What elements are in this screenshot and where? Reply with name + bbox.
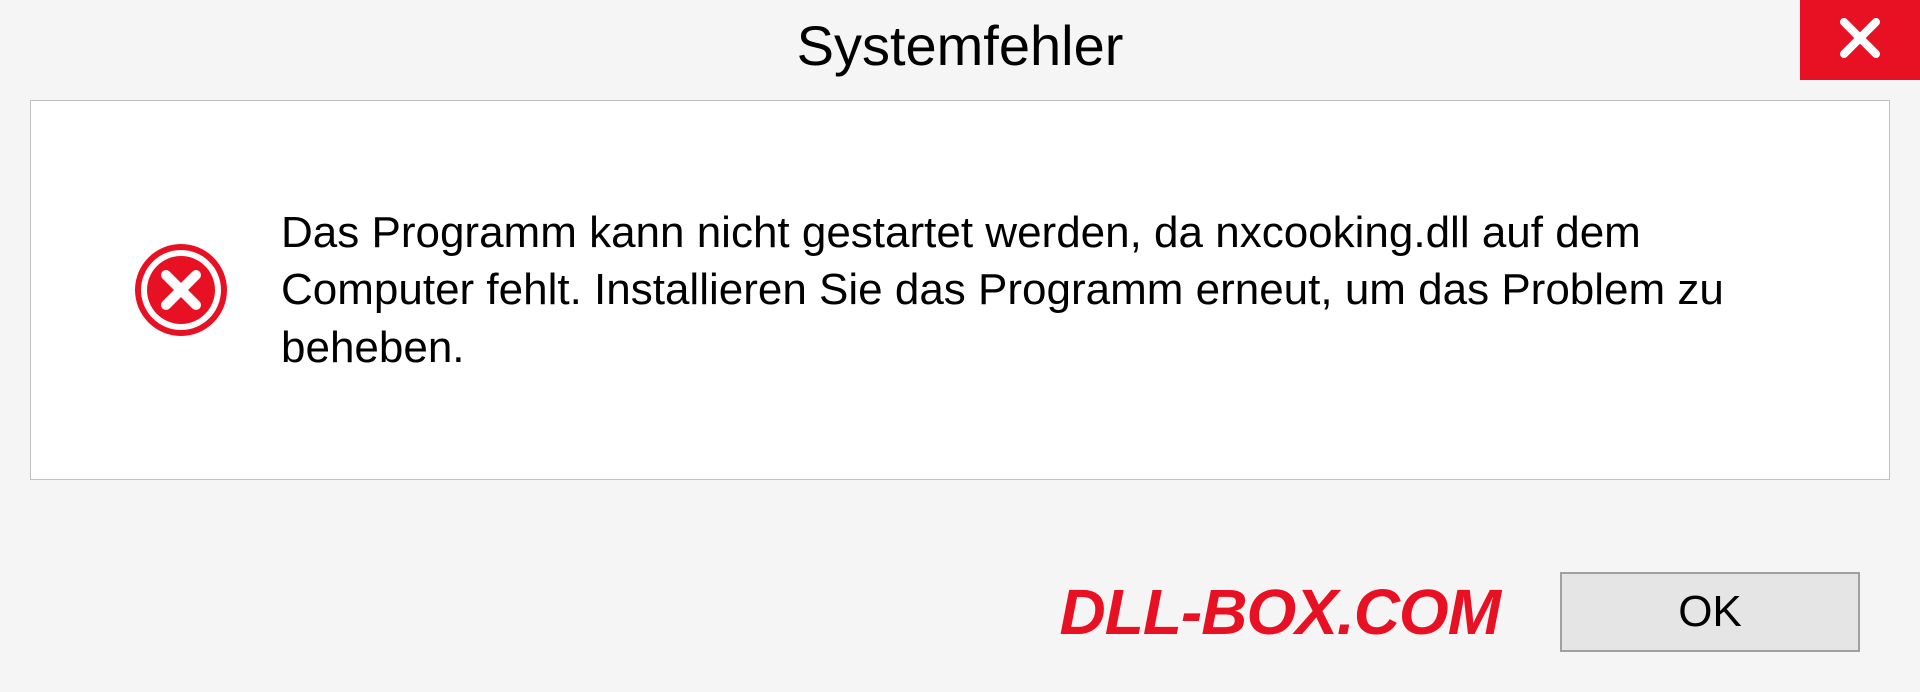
watermark-text: DLL-BOX.COM bbox=[1060, 575, 1501, 649]
close-icon bbox=[1836, 14, 1884, 67]
ok-button-label: OK bbox=[1678, 587, 1742, 637]
content-panel: Das Programm kann nicht gestartet werden… bbox=[30, 100, 1890, 480]
dialog-footer: DLL-BOX.COM OK bbox=[0, 562, 1920, 662]
error-icon bbox=[131, 240, 231, 340]
dialog-title: Systemfehler bbox=[797, 13, 1124, 78]
close-button[interactable] bbox=[1800, 0, 1920, 80]
ok-button[interactable]: OK bbox=[1560, 572, 1860, 652]
titlebar: Systemfehler bbox=[0, 0, 1920, 90]
error-message: Das Programm kann nicht gestartet werden… bbox=[281, 204, 1809, 376]
error-dialog: Systemfehler Das Programm kann nicht ges… bbox=[0, 0, 1920, 692]
